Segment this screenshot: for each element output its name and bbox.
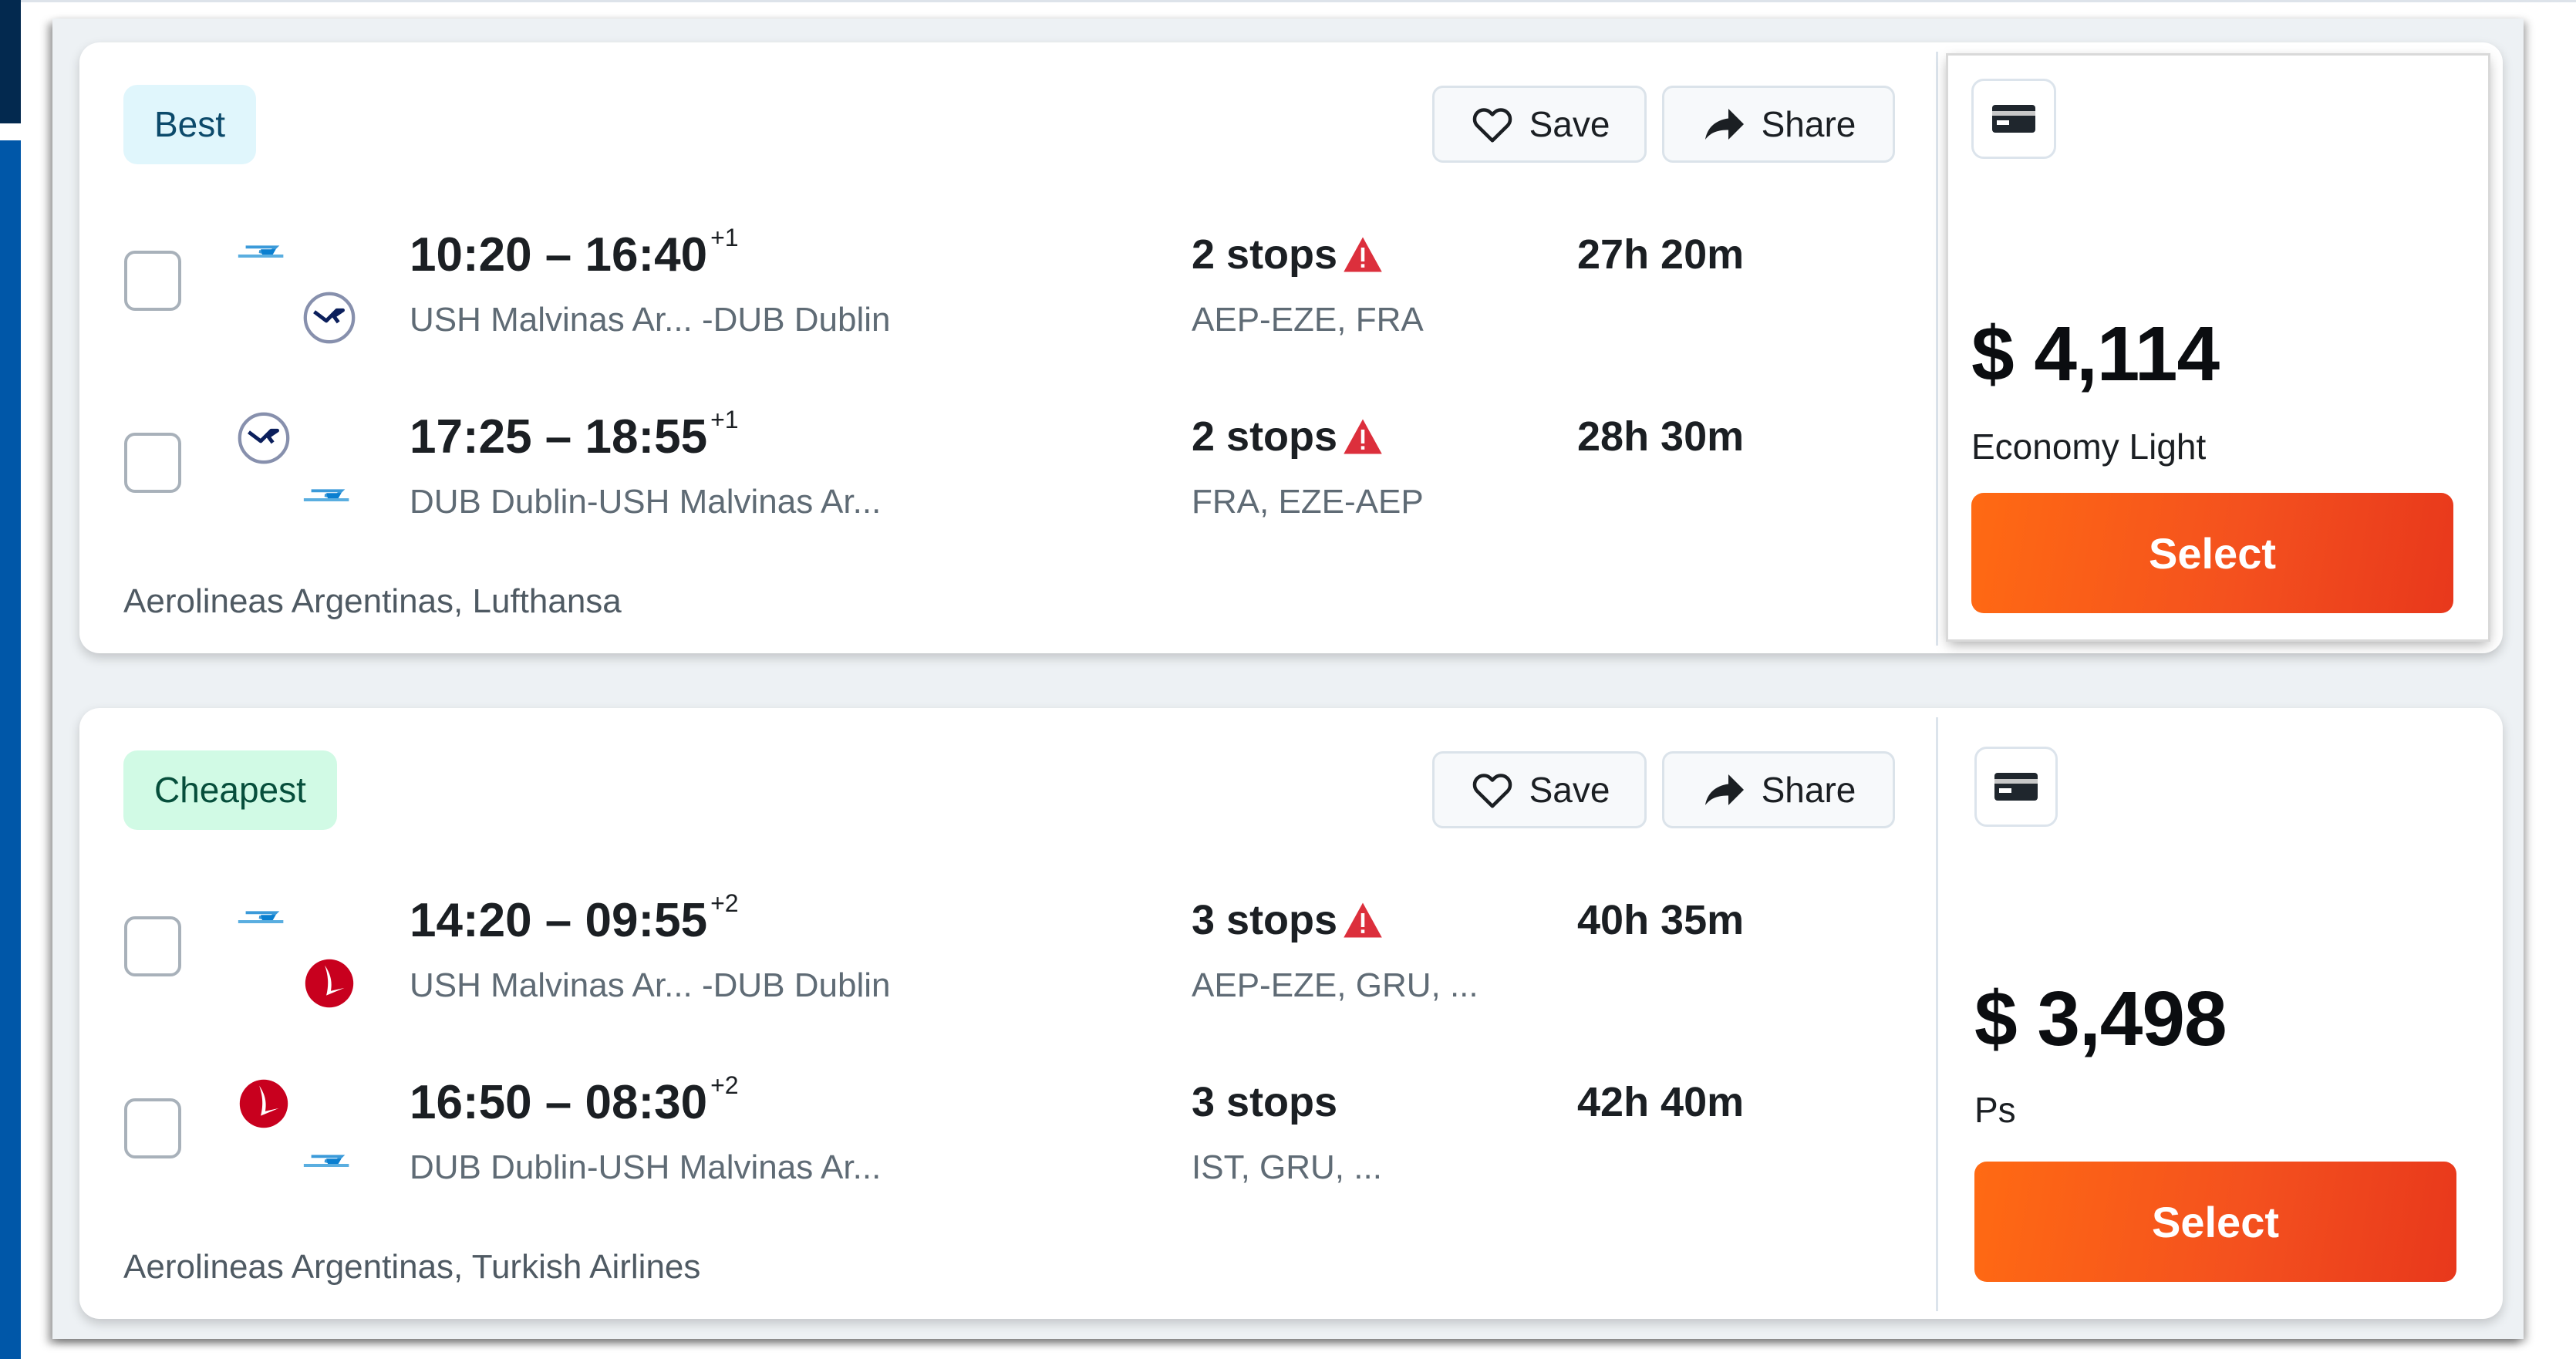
- leg-checkbox[interactable]: [124, 1098, 181, 1158]
- leg-duration: 40h 35m: [1577, 897, 1745, 943]
- leg-checkbox[interactable]: [124, 251, 181, 311]
- aerolineas-argentinas-logo: [238, 911, 284, 923]
- leg-duration: 28h 30m: [1577, 413, 1745, 460]
- select-button[interactable]: Select: [1971, 493, 2453, 613]
- side-nav-header: [0, 0, 21, 123]
- lufthansa-logo: [303, 292, 356, 344]
- leg-stops: 2 stops: [1192, 413, 1384, 460]
- save-label: Save: [1529, 770, 1610, 810]
- operating-airlines: Aerolineas Argentinas, Lufthansa: [123, 582, 622, 620]
- share-arrow-icon: [1704, 774, 1744, 805]
- top-border: [21, 0, 2576, 2]
- heart-icon: [1472, 108, 1512, 143]
- heart-icon: [1472, 774, 1512, 808]
- share-button[interactable]: Share: [1662, 86, 1895, 163]
- flight-leg-outbound: 14:20 – 09:55 +2 USH Malvinas Ar... -DUB …: [79, 885, 1930, 1024]
- leg-time: 10:20 – 16:40 +1: [410, 224, 739, 282]
- operating-airlines: Aerolineas Argentinas, Turkish Airlines: [123, 1248, 701, 1286]
- warning-icon: [1344, 237, 1382, 272]
- warning-icon: [1344, 419, 1382, 454]
- aerolineas-argentinas-logo: [303, 489, 349, 501]
- flight-leg-return: 16:50 – 08:30 +2 DUB Dublin-USH Malvinas …: [79, 1067, 1930, 1206]
- aerolineas-argentinas-logo: [238, 245, 284, 258]
- turkish-airlines-logo: [239, 1079, 288, 1128]
- credit-card-icon: [1994, 773, 2038, 801]
- leg-layovers: FRA, EZE-AEP: [1192, 483, 1424, 521]
- price-panel: $ 3,498 Ps Select: [1940, 708, 2503, 1319]
- results-list: Best Save Share 10:20 – 16:40 +1 USH Malv…: [52, 19, 2524, 1339]
- fare-class: Ps: [1974, 1090, 2016, 1130]
- warning-icon: [1344, 902, 1382, 938]
- flight-leg-outbound: 10:20 – 16:40 +1 USH Malvinas Ar... -DUB …: [79, 220, 1930, 359]
- credit-card-icon: [1992, 105, 2035, 133]
- lufthansa-logo: [238, 412, 290, 464]
- share-label: Share: [1761, 770, 1856, 810]
- leg-time: 14:20 – 09:55 +2: [410, 889, 739, 947]
- leg-route: DUB Dublin-USH Malvinas Ar...: [410, 483, 882, 521]
- save-label: Save: [1529, 104, 1610, 144]
- best-badge: Best: [123, 85, 257, 164]
- leg-route: USH Malvinas Ar... -DUB Dublin: [410, 966, 891, 1004]
- price-divider: [1936, 52, 1938, 646]
- leg-duration: 27h 20m: [1577, 231, 1745, 278]
- leg-duration: 42h 40m: [1577, 1079, 1745, 1125]
- leg-layovers: IST, GRU, ...: [1192, 1148, 1382, 1186]
- leg-time: 17:25 – 18:55 +1: [410, 406, 739, 464]
- leg-layovers: AEP-EZE, FRA: [1192, 301, 1424, 339]
- leg-layovers: AEP-EZE, GRU, ...: [1192, 966, 1479, 1004]
- save-button[interactable]: Save: [1432, 751, 1647, 828]
- leg-time: 16:50 – 08:30 +2: [410, 1071, 739, 1129]
- fare-class: Economy Light: [1971, 427, 2207, 467]
- turkish-airlines-logo: [305, 959, 354, 1008]
- price: $ 4,114: [1971, 311, 2220, 397]
- leg-stops: 3 stops: [1192, 1079, 1338, 1125]
- flight-result-card: Cheapest Save Share 14:20 – 09:55 +2 USH …: [79, 708, 2503, 1319]
- cheapest-badge: Cheapest: [123, 750, 337, 830]
- price: $ 3,498: [1974, 976, 2227, 1062]
- share-label: Share: [1761, 104, 1856, 144]
- select-button[interactable]: Select: [1974, 1162, 2456, 1282]
- leg-checkbox[interactable]: [124, 916, 181, 976]
- leg-route: DUB Dublin-USH Malvinas Ar...: [410, 1148, 882, 1186]
- flight-result-card: Best Save Share 10:20 – 16:40 +1 USH Malv…: [79, 42, 2503, 653]
- flight-leg-return: 17:25 – 18:55 +1 DUB Dublin-USH Malvinas …: [79, 402, 1930, 541]
- leg-checkbox[interactable]: [124, 433, 181, 493]
- aerolineas-argentinas-logo: [303, 1155, 349, 1167]
- share-button[interactable]: Share: [1662, 751, 1895, 828]
- side-nav-bar: [0, 140, 21, 1359]
- leg-stops: 3 stops: [1192, 896, 1384, 944]
- payment-info-button[interactable]: [1971, 79, 2056, 159]
- payment-info-button[interactable]: [1974, 747, 2058, 827]
- save-button[interactable]: Save: [1432, 86, 1647, 163]
- share-arrow-icon: [1704, 109, 1744, 140]
- price-divider: [1936, 717, 1938, 1311]
- leg-stops: 2 stops: [1192, 231, 1384, 278]
- price-panel: $ 4,114 Economy Light Select: [1948, 56, 2488, 639]
- leg-route: USH Malvinas Ar... -DUB Dublin: [410, 301, 891, 339]
